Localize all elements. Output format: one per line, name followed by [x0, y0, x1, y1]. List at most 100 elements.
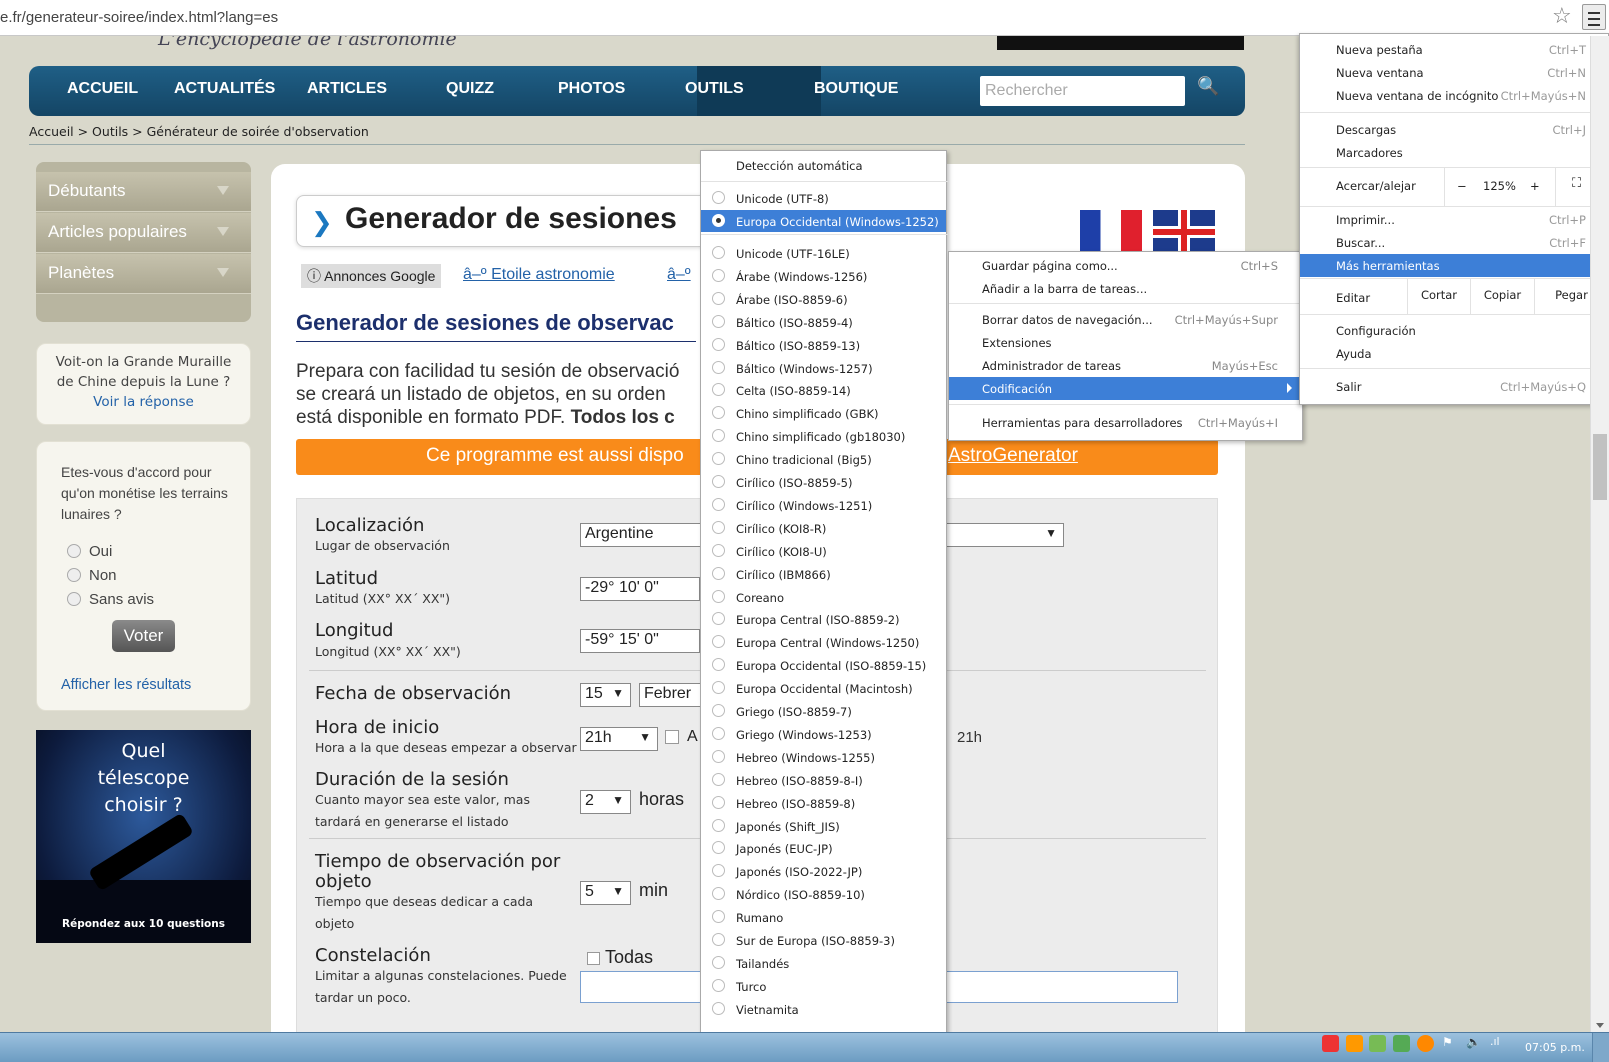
ad-link[interactable]: â–º [667, 266, 691, 284]
encoding-option[interactable]: Rumano [701, 906, 946, 928]
taskbar-clock[interactable]: 07:05 p.m. [1525, 1041, 1585, 1054]
encoding-auto-detect[interactable]: Detección automática [736, 159, 863, 173]
radio-icon[interactable] [712, 635, 725, 649]
radio-icon[interactable] [712, 314, 725, 328]
encoding-option[interactable]: Cirílico (ISO-8859-5) [701, 471, 946, 493]
radio-icon[interactable] [712, 933, 725, 946]
uk-flag-icon[interactable] [1153, 210, 1215, 254]
bookmark-star-icon[interactable]: ☆ [1552, 4, 1572, 29]
radio-icon[interactable] [712, 818, 725, 832]
radio-icon[interactable] [712, 566, 725, 580]
scroll-down-arrow-icon[interactable] [1596, 1023, 1604, 1028]
chrome-menu-button[interactable] [1582, 4, 1606, 30]
menu-item-settings[interactable]: Configuración [1300, 319, 1608, 342]
radio-icon[interactable] [712, 864, 725, 878]
google-ads-label[interactable]: ⓘ Annonces Google [301, 264, 442, 288]
longitude-input[interactable]: -59° 15' 0" [580, 629, 700, 653]
menu-item-incognito[interactable]: Nueva ventana de incógnito Ctrl+Mayús+N [1300, 84, 1608, 107]
object-time-select[interactable]: 5 ▼ [580, 881, 631, 905]
encoding-option[interactable]: Europa Central (ISO-8859-2) [701, 608, 946, 630]
radio-icon[interactable] [712, 612, 725, 626]
radio-icon[interactable] [712, 429, 725, 443]
french-flag-icon[interactable] [1080, 210, 1142, 254]
todas-checkbox[interactable] [587, 952, 600, 965]
radio-icon[interactable] [67, 592, 81, 606]
encoding-option[interactable]: Europa Central (Windows-1250) [701, 631, 946, 653]
fullscreen-icon[interactable]: ⛶ [1572, 176, 1581, 191]
radio-icon[interactable] [712, 406, 725, 420]
show-desktop-button[interactable] [1592, 1033, 1609, 1062]
encoding-option[interactable]: Europa Occidental (Macintosh) [701, 677, 946, 699]
radio-icon[interactable] [67, 568, 81, 582]
radio-icon[interactable] [712, 726, 725, 740]
radio-icon[interactable] [712, 749, 725, 763]
menu-item-bookmarks[interactable]: Marcadores [1300, 141, 1608, 164]
tray-antivirus-icon[interactable] [1322, 1035, 1339, 1052]
encoding-option[interactable]: Celta (ISO-8859-14) [701, 379, 946, 401]
encoding-option[interactable]: Árabe (ISO-8859-6) [701, 288, 946, 310]
encoding-option[interactable]: Europa Occidental (ISO-8859-15) [701, 654, 946, 676]
menu-item-more-tools[interactable]: Más herramientas [1300, 254, 1608, 277]
hour-checkbox[interactable] [665, 730, 679, 744]
vote-button[interactable]: Voter [112, 620, 175, 652]
encoding-option[interactable]: Coreano [701, 586, 946, 608]
encoding-option[interactable]: Unicode (UTF-8) [701, 187, 946, 209]
menu-item-clear-data[interactable]: Borrar datos de navegación... Ctrl+Mayús+… [949, 308, 1302, 331]
search-icon[interactable]: 🔍 [1197, 76, 1219, 97]
cut-button[interactable]: Cortar [1407, 278, 1470, 314]
sidebar-item-articles[interactable]: Articles populaires [36, 213, 251, 253]
encoding-option[interactable]: Chino tradicional (Big5) [701, 448, 946, 470]
tray-network-icon[interactable] [1369, 1035, 1386, 1052]
url-field[interactable]: e.fr/generateur-soiree/index.html?lang=e… [0, 9, 278, 26]
zoom-out-button[interactable]: − [1457, 179, 1467, 193]
radio-icon[interactable] [712, 360, 725, 374]
encoding-option[interactable]: Chino simplificado (GBK) [701, 402, 946, 424]
menu-item-save-page[interactable]: Guardar página como... Ctrl+S [949, 254, 1302, 277]
poll-option-sans-avis[interactable]: Sans avis [67, 591, 154, 608]
encoding-option[interactable]: Báltico (ISO-8859-4) [701, 311, 946, 333]
nav-outils[interactable]: OUTILS [685, 80, 744, 98]
encoding-option[interactable]: Báltico (Windows-1257) [701, 357, 946, 379]
radio-icon[interactable] [712, 291, 725, 305]
encoding-option[interactable]: Cirílico (IBM866) [701, 563, 946, 585]
radio-icon[interactable] [67, 544, 81, 558]
hour-select[interactable]: 21h ▼ [580, 727, 658, 751]
latitude-input[interactable]: -29° 10' 0" [580, 577, 700, 601]
signal-icon[interactable]: .ıl [1490, 1035, 1507, 1052]
menu-item-extensions[interactable]: Extensiones [949, 331, 1302, 354]
radio-icon[interactable] [712, 475, 725, 488]
encoding-option[interactable]: Nórdico (ISO-8859-10) [701, 883, 946, 905]
tray-app-icon[interactable] [1346, 1035, 1363, 1052]
radio-icon[interactable] [712, 497, 725, 511]
nav-articles[interactable]: ARTICLES [307, 80, 387, 98]
encoding-option[interactable]: Hebreo (Windows-1255) [701, 746, 946, 768]
menu-item-find[interactable]: Buscar... Ctrl+F [1300, 231, 1608, 254]
encoding-option[interactable]: Unicode (UTF-16LE) [701, 242, 946, 264]
telescope-ad[interactable]: Quel télescope choisir ? Répondez aux 10… [36, 730, 251, 943]
radio-icon[interactable] [712, 520, 725, 534]
nav-photos[interactable]: PHOTOS [558, 80, 625, 98]
radio-icon[interactable] [712, 795, 725, 809]
encoding-option[interactable]: Vietnamita [701, 998, 946, 1020]
encoding-option[interactable]: Chino simplificado (gb18030) [701, 425, 946, 447]
radio-icon[interactable] [712, 887, 725, 901]
menu-item-devtools[interactable]: Herramientas para desarrolladores Ctrl+Ma… [949, 411, 1302, 434]
month-select[interactable]: Febrer [639, 683, 709, 707]
radio-icon[interactable] [712, 681, 725, 695]
radio-icon[interactable] [712, 543, 725, 557]
vertical-scrollbar[interactable] [1590, 36, 1609, 1032]
radio-icon[interactable] [712, 704, 725, 717]
poll-option-oui[interactable]: Oui [67, 543, 112, 560]
radio-icon[interactable] [712, 268, 725, 282]
menu-item-help[interactable]: Ayuda [1300, 342, 1608, 365]
radio-icon[interactable] [712, 383, 725, 397]
encoding-option[interactable]: Sur de Europa (ISO-8859-3) [701, 929, 946, 951]
encoding-option[interactable]: Griego (Windows-1253) [701, 723, 946, 745]
volume-icon[interactable]: 🔈 [1466, 1035, 1483, 1052]
radio-icon[interactable] [712, 910, 725, 924]
site-search-input[interactable]: Rechercher [980, 76, 1185, 106]
radio-icon[interactable] [712, 978, 725, 992]
poll-option-non[interactable]: Non [67, 567, 117, 584]
encoding-option[interactable]: Japonés (ISO-2022-JP) [701, 860, 946, 882]
encoding-option[interactable]: Cirílico (KOI8-U) [701, 540, 946, 562]
